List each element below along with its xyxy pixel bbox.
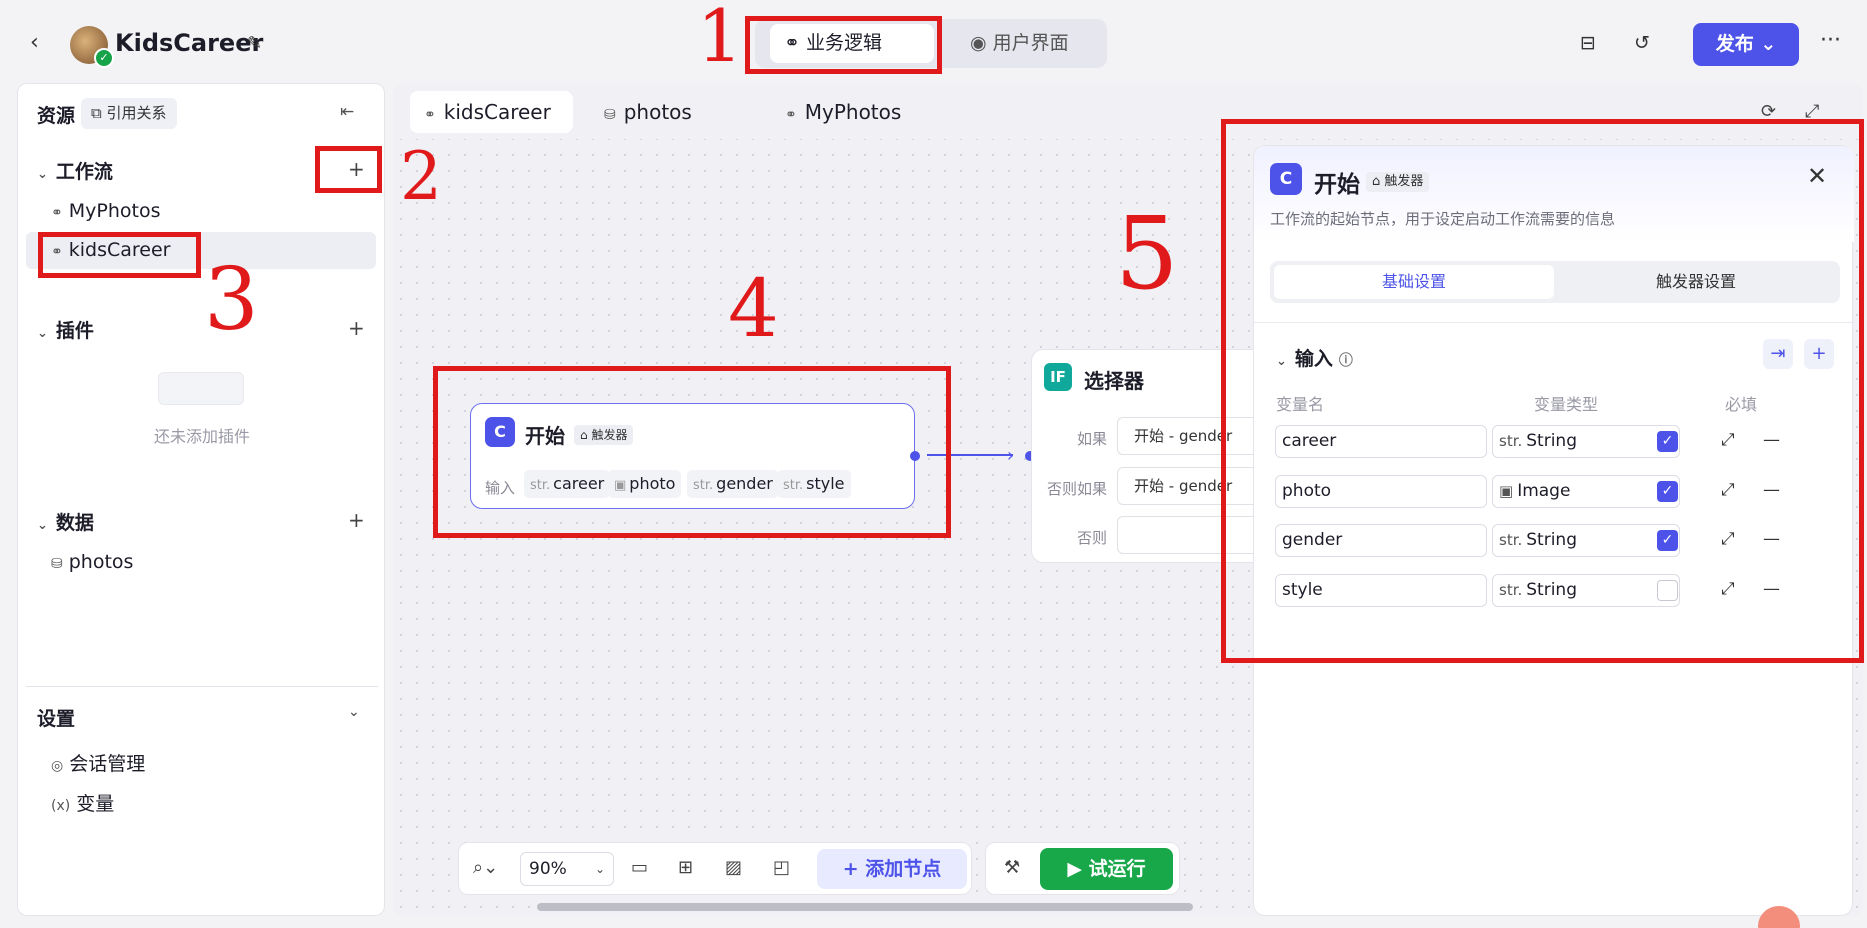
item-label: 变量 xyxy=(76,793,115,815)
add-data-button[interactable]: + xyxy=(348,508,365,532)
database-icon: ⛁ xyxy=(604,107,616,123)
plugins-section-header[interactable]: ⌄ 插件 xyxy=(37,316,94,343)
app-title: KidsCareer xyxy=(115,29,264,57)
annotation-number-5: 5 xyxy=(1115,195,1179,312)
chat-icon: ◎ xyxy=(51,758,64,774)
annotation-box-1 xyxy=(745,16,942,74)
condition-label: 如果 xyxy=(1076,430,1107,448)
condition-label: 否则如果 xyxy=(1046,480,1107,498)
section-label: 插件 xyxy=(55,320,94,342)
item-label: MyPhotos xyxy=(68,200,161,222)
section-label: 设置 xyxy=(37,708,76,730)
references-label: 引用关系 xyxy=(106,104,167,122)
sidebar-item-conversations[interactable]: ◎ 会话管理 xyxy=(26,746,376,783)
tab-photos[interactable]: ⛁ photos xyxy=(590,91,750,133)
workflow-section-header[interactable]: ⌄ 工作流 xyxy=(37,157,113,184)
annotation-box-2 xyxy=(315,146,382,193)
annotation-number-3: 3 xyxy=(204,250,259,350)
add-plugin-button[interactable]: + xyxy=(348,316,365,340)
section-label: 工作流 xyxy=(55,161,113,183)
chevron-down-icon: ⌄ xyxy=(594,862,605,876)
publish-label: 发布 xyxy=(1715,33,1754,55)
history-icon[interactable]: ↺ xyxy=(1634,32,1650,54)
comment-icon[interactable]: ▭ xyxy=(631,857,648,878)
more-icon[interactable]: ··· xyxy=(1820,28,1841,53)
sidebar: 资源 ⧉ 引用关系 ⇤ ⌄ 工作流 + ⚭ MyPhotos ⚭ kidsCareer… xyxy=(17,83,385,916)
palette-icon: ◉ xyxy=(970,32,993,54)
database-icon: ⛁ xyxy=(51,556,63,572)
horizontal-scrollbar[interactable] xyxy=(537,903,1193,911)
tab-label: 用户界面 xyxy=(992,32,1069,54)
resources-title: 资源 xyxy=(37,105,76,127)
if-icon: IF xyxy=(1044,363,1072,391)
run-label: 试运行 xyxy=(1088,858,1146,880)
condition-label: 否则 xyxy=(1076,529,1107,547)
chevron-down-icon[interactable]: ⌄ xyxy=(348,704,360,720)
publish-button[interactable]: 发布 ⌄ xyxy=(1693,23,1799,66)
tab-label: MyPhotos xyxy=(804,100,902,124)
workflow-icon: ⚭ xyxy=(785,107,797,123)
mouse-icon[interactable]: ⌕⌄ xyxy=(473,857,498,878)
link-icon: ⧉ xyxy=(91,104,107,122)
arrow-icon: › xyxy=(1007,445,1015,466)
tab-user-interface[interactable]: ◉ 用户界面 xyxy=(956,24,1096,63)
annotation-box-3 xyxy=(38,232,201,278)
zoom-value: 90% xyxy=(529,859,567,879)
avatar: ✓ xyxy=(70,26,114,68)
chevron-down-icon: ⌄ xyxy=(37,326,48,341)
run-toolbar: ⚒ ▶ 试运行 xyxy=(985,842,1180,895)
wrench-icon[interactable]: ⚒ xyxy=(1004,857,1020,878)
tab-label: kidsCareer xyxy=(443,100,551,124)
node-title: 选择器 xyxy=(1084,369,1144,393)
add-node-label: 添加节点 xyxy=(865,858,942,880)
edit-icon[interactable]: ✎ xyxy=(247,33,262,54)
annotation-box-5 xyxy=(1221,119,1864,663)
chevron-down-icon: ⌄ xyxy=(37,167,48,182)
save-icon[interactable]: ⊟ xyxy=(1580,32,1596,54)
annotation-number-4: 4 xyxy=(728,262,779,355)
workflow-icon: ⚭ xyxy=(51,205,63,221)
zoom-select[interactable]: 90% ⌄ xyxy=(520,852,614,886)
annotation-number-2: 2 xyxy=(400,138,442,215)
settings-section-header[interactable]: 设置 xyxy=(37,704,75,731)
chevron-down-icon: ⌄ xyxy=(37,518,48,533)
variable-icon: (x) xyxy=(51,798,71,814)
divider xyxy=(26,686,378,687)
tab-kidscareer[interactable]: ⚭ kidsCareer xyxy=(410,91,573,133)
check-icon: ✓ xyxy=(94,48,114,68)
data-section-header[interactable]: ⌄ 数据 xyxy=(37,508,94,535)
annotation-number-1: 1 xyxy=(697,0,743,78)
item-label: photos xyxy=(68,551,134,573)
canvas-toolbar: ⌕⌄ 90% ⌄ ▭ ⊞ ▨ ◰ + 添加节点 xyxy=(458,842,972,895)
workflow-icon: ⚭ xyxy=(424,107,436,123)
test-run-button[interactable]: ▶ 试运行 xyxy=(1040,848,1173,890)
image-icon[interactable]: ▨ xyxy=(725,857,742,878)
sidebar-item-photos[interactable]: ⛁ photos xyxy=(26,544,376,581)
sidebar-item-variables[interactable]: (x) 变量 xyxy=(26,786,376,823)
empty-plugin-illustration xyxy=(158,372,244,405)
tab-myphotos[interactable]: ⚭ MyPhotos xyxy=(771,91,931,133)
tab-label: photos xyxy=(623,100,692,124)
collapse-sidebar-icon[interactable]: ⇤ xyxy=(340,102,354,122)
sidebar-item-myphotos[interactable]: ⚭ MyPhotos xyxy=(26,193,376,230)
no-plugins-text: 还未添加插件 xyxy=(153,427,250,446)
references-button[interactable]: ⧉ 引用关系 xyxy=(81,98,177,129)
layout-icon[interactable]: ⊞ xyxy=(678,857,693,878)
annotation-box-4 xyxy=(433,366,951,538)
back-icon[interactable]: ‹ xyxy=(30,30,39,55)
item-label: 会话管理 xyxy=(69,753,146,775)
minimap-icon[interactable]: ◰ xyxy=(773,857,790,878)
section-label: 数据 xyxy=(55,512,94,534)
add-node-button[interactable]: + 添加节点 xyxy=(817,849,967,889)
